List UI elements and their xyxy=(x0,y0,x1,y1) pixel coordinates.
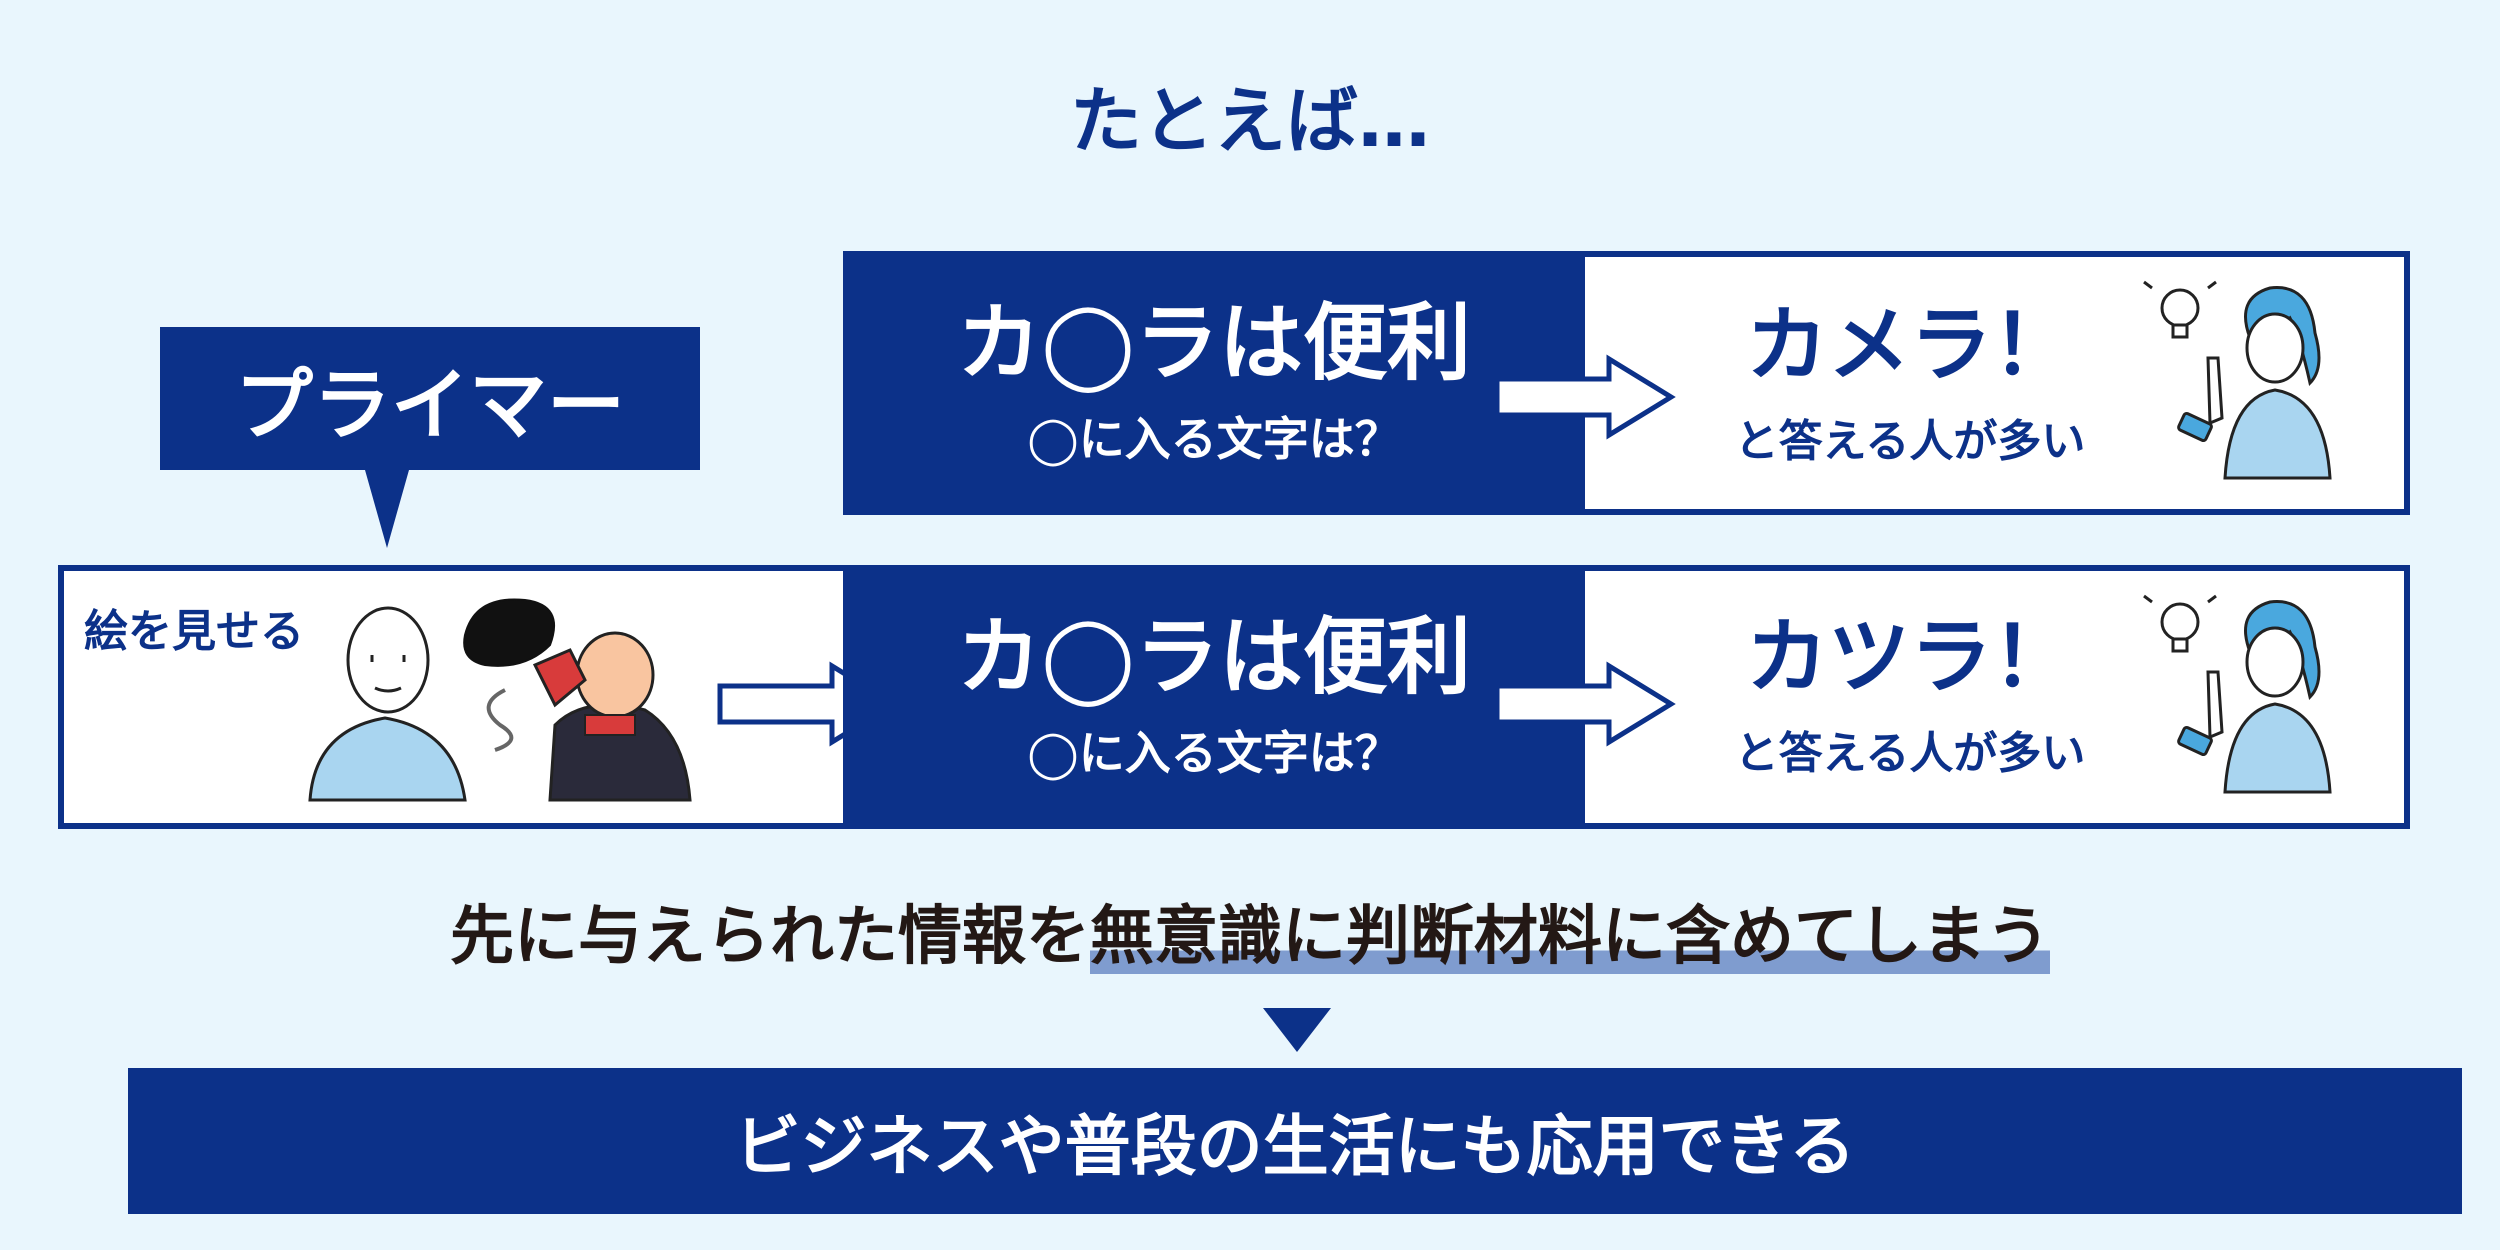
conclusion-bar: ビジネスや普段の生活にも応用できる xyxy=(128,1068,2462,1214)
woman-lightbulb-illustration xyxy=(2143,594,2332,794)
show-picture-label: 絵を見せる xyxy=(84,606,304,657)
down-triangle-icon xyxy=(1263,1008,1331,1052)
smartphone-icon xyxy=(2177,725,2213,757)
row2-question-sub: ◯に入る文字は？ xyxy=(1027,726,1401,781)
bald-man-illustration xyxy=(308,606,467,802)
lightbulb-icon xyxy=(2143,594,2217,653)
row1-answer-main: カメラ！ xyxy=(1745,297,2074,393)
woman-lightbulb-illustration xyxy=(2143,280,2332,480)
summary-plain: 先に与えられた情報を xyxy=(450,900,1090,974)
summary-text: 先に与えられた情報を無意識に判断材料に含めてしまう xyxy=(0,885,2500,977)
smartphone-icon xyxy=(2177,411,2213,443)
row1-question: カ◯ラは便利 ◯に入る文字は？ xyxy=(843,251,1585,515)
row1-question-main: カ◯ラは便利 xyxy=(956,293,1471,392)
row1-question-sub: ◯に入る文字は？ xyxy=(1027,412,1401,467)
wig-man-illustration xyxy=(463,598,692,802)
row1-answer-sub: と答える人が多い xyxy=(1734,416,2086,468)
row1-answer: カメラ！ と答える人が多い xyxy=(1640,290,2180,480)
summary-highlighted: 無意識に判断材料に含めてしまう xyxy=(1090,900,2050,974)
row2-question-main: カ◯ラは便利 xyxy=(956,607,1471,706)
row2-answer-sub: と答える人が多い xyxy=(1734,728,2086,780)
row2-answer-main: カツラ！ xyxy=(1745,609,2074,705)
row2-question: カ◯ラは便利 ◯に入る文字は？ xyxy=(843,565,1585,829)
primer-speech-tail xyxy=(365,470,409,548)
row2-answer: カツラ！ と答える人が多い xyxy=(1640,602,2180,792)
primer-label-box: プライマー xyxy=(160,327,700,470)
page-title: たとえば… xyxy=(1069,79,1430,163)
lightbulb-icon xyxy=(2143,280,2217,339)
